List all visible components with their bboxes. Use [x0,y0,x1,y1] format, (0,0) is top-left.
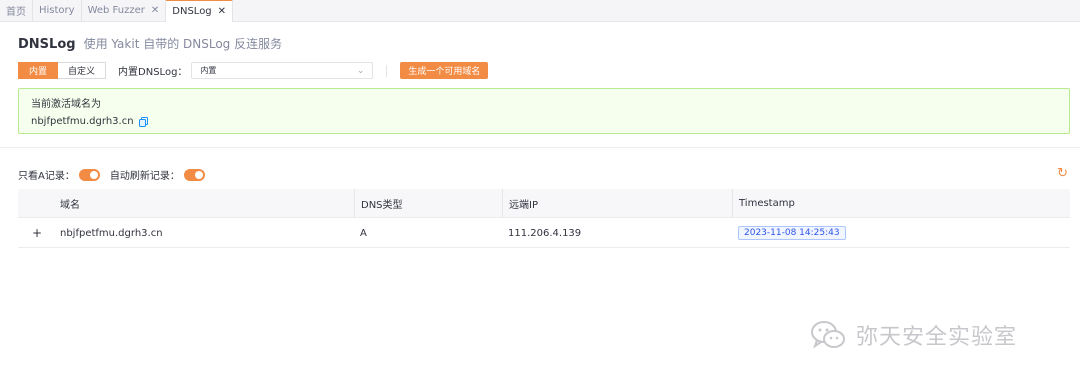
close-icon[interactable]: ✕ [151,5,159,16]
record-filters: 只看A记录： 自动刷新记录： [18,167,205,182]
chevron-down-icon: ⌄ [356,65,365,76]
only-a-label: 只看A记录： [18,171,75,182]
timestamp-tag: 2023-11-08 14:25:43 [738,226,846,240]
active-domain-alert: 当前激活域名为 nbjfpetfmu.dgrh3.cn [18,88,1070,134]
copy-icon[interactable] [138,116,148,127]
tab-label: Web Fuzzer [87,4,145,16]
tab-label: DNSLog [172,6,212,17]
watermark-text: 弥天安全实验室 [856,325,1018,350]
alert-title: 当前激活域名为 [31,99,101,110]
wechat-icon [811,321,845,349]
only-a-switch[interactable] [78,168,100,181]
dnslog-select[interactable]: 内置 ⌄ [191,62,374,79]
page-title: DNSLog [18,37,76,52]
tab-label: History [39,4,75,16]
cell-timestamp: 2023-11-08 14:25:43 [732,218,846,248]
active-domain: nbjfpetfmu.dgrh3.cn [31,116,1057,127]
page-subtitle: 使用 Yakit 自带的 DNSLog 反连服务 [83,37,283,51]
tab-bar: 首页 History Web Fuzzer ✕ DNSLog ✕ [0,0,1080,22]
auto-refresh-label: 自动刷新记录： [109,171,180,182]
watermark: 弥天安全实验室 [808,315,1017,355]
table-header: 域名 DNS类型 远端IP Timestamp [18,189,1070,218]
mode-builtin-button[interactable]: 内置 [18,62,59,79]
section-divider [0,147,1080,148]
dns-records-table: 域名 DNS类型 远端IP Timestamp + nbjfpetfmu.dgr… [18,189,1070,248]
active-domain-text: nbjfpetfmu.dgrh3.cn [31,116,134,127]
refresh-icon[interactable]: ↻ [1057,167,1068,180]
generate-domain-button[interactable]: 生成一个可用域名 [400,62,489,79]
column-header-dns-type: DNS类型 [354,189,502,218]
tab-home[interactable]: 首页 [0,0,33,21]
tab-history[interactable]: History [33,0,82,21]
column-header-timestamp: Timestamp [732,189,1070,218]
divider [386,64,388,77]
column-header-domain: 域名 [60,200,80,211]
dnslog-select-value: 内置 [200,66,217,75]
auto-refresh-switch[interactable] [183,168,205,181]
cell-domain: nbjfpetfmu.dgrh3.cn [60,227,163,239]
table-row[interactable]: + nbjfpetfmu.dgrh3.cn A 111.206.4.139 20… [18,218,1070,248]
close-icon[interactable]: ✕ [218,6,226,17]
dnslog-controls: 内置 自定义 内置DNSLog： 内置 ⌄ 生成一个可用域名 [18,62,489,79]
tab-dnslog[interactable]: DNSLog ✕ [166,0,234,22]
mode-segmented-control: 内置 自定义 [18,62,107,79]
cell-dns-type: A [360,227,367,239]
dnslog-select-label: 内置DNSLog： [118,67,188,78]
tab-web-fuzzer[interactable]: Web Fuzzer ✕ [82,0,167,21]
column-header-remote-ip: 远端IP [502,189,732,218]
tab-label: 首页 [6,6,26,18]
page-header: DNSLog 使用 Yakit 自带的 DNSLog 反连服务 [18,35,282,52]
mode-custom-button[interactable]: 自定义 [58,62,107,79]
expand-icon[interactable]: + [32,218,42,248]
cell-remote-ip: 111.206.4.139 [508,227,582,239]
